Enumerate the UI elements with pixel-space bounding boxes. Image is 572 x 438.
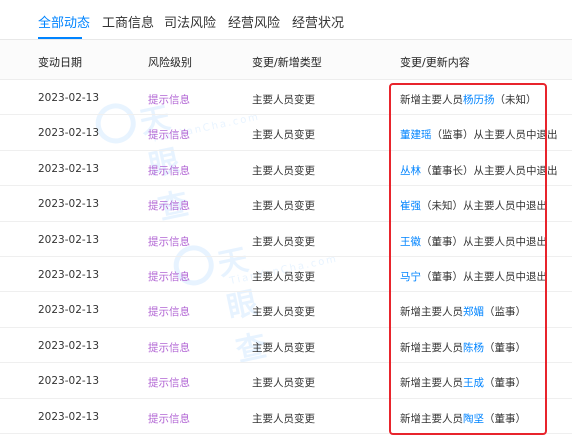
risk-level-link[interactable]: 提示信息 (148, 234, 190, 249)
change-content: 新增主要人员郑媚（监事） (400, 304, 526, 319)
change-content: 丛林（董事长）从主要人员中退出 (400, 163, 558, 178)
table-row: 2023-02-13 提示信息 主要人员变更 新增主要人员郑媚（监事） (0, 292, 572, 328)
change-date: 2023-02-13 (38, 375, 100, 388)
table-row: 2023-02-13 提示信息 主要人员变更 新增主要人员陶坚（董事） (0, 399, 572, 434)
change-type: 主要人员变更 (252, 164, 315, 177)
header-change-content: 变更/更新内容 (400, 56, 470, 69)
change-content: 新增主要人员杨历扬（未知） (400, 92, 537, 107)
change-date: 2023-02-13 (38, 268, 100, 281)
content-suffix: （未知）从主要人员中退出 (421, 200, 547, 213)
change-date: 2023-02-13 (38, 198, 100, 211)
person-link[interactable]: 董建瑶 (400, 129, 432, 141)
content-suffix: （监事）从主要人员中退出 (431, 129, 558, 142)
changes-table: 变动日期 风险级别 变更/新增类型 变更/更新内容 2023-02-13 提示信… (0, 40, 572, 434)
change-date: 2023-02-13 (38, 233, 100, 246)
table-row: 2023-02-13 提示信息 主要人员变更 马宁（董事）从主要人员中退出 (0, 257, 572, 293)
tab-business-info[interactable]: 工商信息 (102, 12, 154, 31)
change-type: 主要人员变更 (252, 377, 315, 390)
change-type: 主要人员变更 (252, 270, 315, 283)
tab-all-updates[interactable]: 全部动态 (38, 12, 90, 31)
tab-operating-risk[interactable]: 经营风险 (228, 12, 280, 31)
header-change-date: 变动日期 (38, 56, 82, 69)
change-type: 主要人员变更 (252, 200, 315, 213)
change-content: 新增主要人员陶坚（董事） (400, 411, 526, 426)
table-row: 2023-02-13 提示信息 主要人员变更 丛林（董事长）从主要人员中退出 (0, 151, 572, 187)
content-suffix: （董事长）从主要人员中退出 (421, 164, 558, 177)
change-type: 主要人员变更 (252, 235, 315, 248)
content-prefix: 新增主要人员 (400, 412, 463, 425)
change-date: 2023-02-13 (38, 304, 100, 317)
header-change-type: 变更/新增类型 (252, 56, 322, 69)
content-suffix: （董事） (484, 377, 526, 390)
change-content: 王徽（董事）从主要人员中退出 (400, 234, 547, 249)
table-row: 2023-02-13 提示信息 主要人员变更 新增主要人员陈杨（董事） (0, 328, 572, 364)
change-date: 2023-02-13 (38, 410, 100, 423)
risk-level-link[interactable]: 提示信息 (148, 304, 190, 319)
change-type: 主要人员变更 (252, 412, 315, 425)
change-type: 主要人员变更 (252, 306, 315, 319)
risk-level-link[interactable]: 提示信息 (148, 92, 190, 107)
table-row: 2023-02-13 提示信息 主要人员变更 董建瑶（监事）从主要人员中退出 (0, 115, 572, 151)
risk-level-link[interactable]: 提示信息 (148, 269, 190, 284)
person-link[interactable]: 杨历扬 (463, 94, 495, 106)
content-suffix: （未知） (494, 94, 537, 106)
tab-bar: 全部动态 工商信息 司法风险 经营风险 经营状况 (0, 0, 572, 40)
change-type: 主要人员变更 (252, 341, 315, 354)
header-risk-level: 风险级别 (148, 56, 192, 69)
content-prefix: 新增主要人员 (400, 341, 463, 354)
content-suffix: （董事） (484, 412, 526, 425)
risk-level-link[interactable]: 提示信息 (148, 163, 190, 178)
change-date: 2023-02-13 (38, 127, 100, 140)
active-tab-indicator (38, 37, 82, 39)
change-date: 2023-02-13 (38, 92, 100, 104)
table-row: 2023-02-13 提示信息 主要人员变更 崔强（未知）从主要人员中退出 (0, 186, 572, 222)
content-suffix: （董事）从主要人员中退出 (421, 235, 547, 248)
person-link[interactable]: 马宁 (400, 271, 421, 283)
content-suffix: （董事） (484, 341, 526, 354)
content-prefix: 新增主要人员 (400, 94, 463, 106)
tab-operating-status[interactable]: 经营状况 (292, 12, 344, 31)
person-link[interactable]: 陶坚 (463, 413, 484, 425)
person-link[interactable]: 崔强 (400, 200, 421, 212)
change-content: 新增主要人员陈杨（董事） (400, 340, 526, 355)
change-type: 主要人员变更 (252, 94, 315, 106)
risk-level-link[interactable]: 提示信息 (148, 411, 190, 426)
tab-judicial-risk[interactable]: 司法风险 (164, 12, 216, 31)
person-link[interactable]: 丛林 (400, 165, 421, 177)
person-link[interactable]: 陈杨 (463, 342, 484, 354)
table-row: 2023-02-13 提示信息 主要人员变更 新增主要人员王成（董事） (0, 363, 572, 399)
change-type: 主要人员变更 (252, 129, 315, 142)
content-suffix: （董事）从主要人员中退出 (421, 270, 547, 283)
content-prefix: 新增主要人员 (400, 377, 463, 390)
content-suffix: （监事） (484, 306, 526, 319)
person-link[interactable]: 王成 (463, 377, 484, 389)
person-link[interactable]: 王徽 (400, 236, 421, 248)
change-content: 新增主要人员王成（董事） (400, 375, 526, 390)
risk-level-link[interactable]: 提示信息 (148, 198, 190, 213)
change-content: 马宁（董事）从主要人员中退出 (400, 269, 547, 284)
table-header: 变动日期 风险级别 变更/新增类型 变更/更新内容 (0, 40, 572, 80)
change-date: 2023-02-13 (38, 339, 100, 352)
table-row: 2023-02-13 提示信息 主要人员变更 新增主要人员杨历扬（未知） (0, 80, 572, 116)
content-prefix: 新增主要人员 (400, 306, 463, 319)
person-link[interactable]: 郑媚 (463, 306, 484, 318)
change-content: 董建瑶（监事）从主要人员中退出 (400, 127, 558, 142)
table-row: 2023-02-13 提示信息 主要人员变更 王徽（董事）从主要人员中退出 (0, 222, 572, 257)
change-date: 2023-02-13 (38, 162, 100, 175)
risk-level-link[interactable]: 提示信息 (148, 127, 190, 142)
change-content: 崔强（未知）从主要人员中退出 (400, 198, 547, 213)
risk-level-link[interactable]: 提示信息 (148, 375, 190, 390)
risk-level-link[interactable]: 提示信息 (148, 340, 190, 355)
